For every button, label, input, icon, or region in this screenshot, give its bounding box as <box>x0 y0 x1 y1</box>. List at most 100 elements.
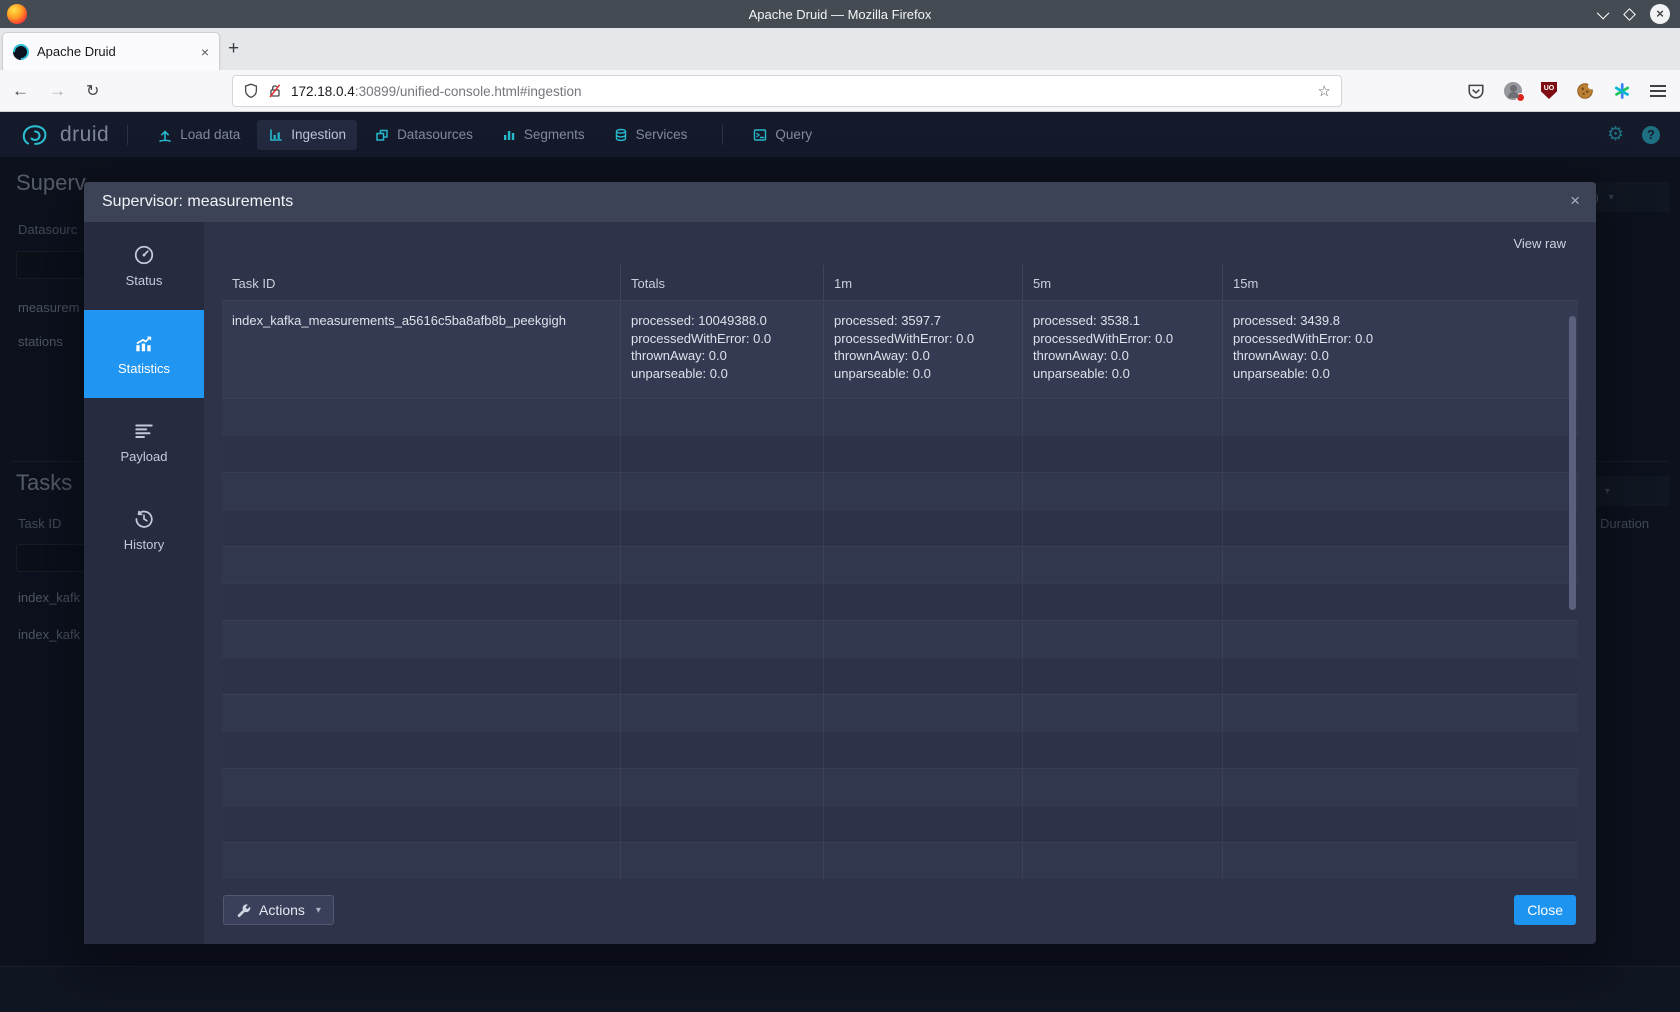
nav-item-label: Load data <box>180 127 240 142</box>
asterisk-extension-icon[interactable] <box>1613 82 1631 100</box>
back-button[interactable]: ← <box>12 81 29 101</box>
dialog-title: Supervisor: measurements <box>102 193 293 211</box>
empty-table-row <box>222 620 1578 657</box>
column-header-task-id: Task ID <box>222 265 620 300</box>
wrench-icon <box>236 903 251 918</box>
m1-processed-with-error: processedWithError: 0.0 <box>834 330 1014 348</box>
m1-unparseable: unparseable: 0.0 <box>834 365 1014 383</box>
bookmark-star-icon[interactable]: ☆ <box>1318 82 1331 100</box>
empty-table-row <box>222 768 1578 805</box>
totals-thrown-away: thrownAway: 0.0 <box>631 347 815 365</box>
column-header-1m: 1m <box>823 265 1022 300</box>
empty-table-row <box>222 805 1578 842</box>
dialog-tab-status[interactable]: Status <box>84 222 204 310</box>
dialog-main: View raw Task ID Totals 1m 5m 15m index_… <box>204 222 1596 944</box>
dialog-close-icon[interactable]: × <box>1570 191 1580 211</box>
datasources-icon <box>374 127 390 143</box>
tab-title: Apache Druid <box>37 44 193 59</box>
column-header-totals: Totals <box>620 265 823 300</box>
cell-15m: processed: 3439.8 processedWithError: 0.… <box>1222 301 1578 398</box>
url-path: :30899/unified-console.html#ingestion <box>355 84 582 99</box>
view-raw-link[interactable]: View raw <box>1513 236 1566 251</box>
firefox-logo-icon <box>7 4 27 24</box>
services-icon <box>613 127 629 143</box>
dialog-tab-label: Statistics <box>118 361 170 376</box>
empty-table-row <box>222 472 1578 509</box>
cell-1m: processed: 3597.7 processedWithError: 0.… <box>823 301 1022 398</box>
window-maximize-button[interactable] <box>1623 8 1636 21</box>
dialog-header: Supervisor: measurements × <box>84 182 1596 222</box>
table-scrollbar-thumb[interactable] <box>1569 316 1576 610</box>
tracking-protection-shield-icon[interactable] <box>243 83 259 99</box>
reload-button[interactable]: ↻ <box>86 81 99 101</box>
totals-unparseable: unparseable: 0.0 <box>631 365 815 383</box>
empty-table-row <box>222 435 1578 472</box>
help-icon[interactable]: ? <box>1642 126 1660 144</box>
nav-item-services[interactable]: Services <box>602 120 699 150</box>
cell-totals: processed: 10049388.0 processedWithError… <box>620 301 823 398</box>
druid-logo-icon <box>22 122 52 148</box>
dialog-close-button[interactable]: Close <box>1514 895 1576 925</box>
url-host: 172.18.0.4 <box>291 84 355 99</box>
forward-button[interactable]: → <box>49 81 66 101</box>
new-tab-button[interactable]: + <box>228 40 239 58</box>
m15-unparseable: unparseable: 0.0 <box>1233 365 1570 383</box>
nav-item-label: Datasources <box>397 127 473 142</box>
nav-item-datasources[interactable]: Datasources <box>363 120 484 150</box>
m1-processed: processed: 3597.7 <box>834 312 1014 330</box>
druid-favicon-icon <box>10 40 33 63</box>
totals-processed: processed: 10049388.0 <box>631 312 815 330</box>
dialog-tab-payload[interactable]: Payload <box>84 398 204 486</box>
empty-table-row <box>222 583 1578 620</box>
actions-button[interactable]: Actions ▾ <box>223 895 334 925</box>
insecure-connection-lock-icon[interactable] <box>267 83 283 99</box>
empty-table-row <box>222 509 1578 546</box>
segments-icon <box>501 127 517 143</box>
cell-5m: processed: 3538.1 processedWithError: 0.… <box>1022 301 1222 398</box>
pocket-icon[interactable] <box>1467 82 1485 100</box>
nav-item-load-data[interactable]: Load data <box>146 120 251 150</box>
m15-processed: processed: 3439.8 <box>1233 312 1570 330</box>
column-header-5m: 5m <box>1022 265 1222 300</box>
ingestion-icon <box>268 127 284 143</box>
nav-item-label: Services <box>636 127 688 142</box>
tab-close-button[interactable]: × <box>201 45 209 59</box>
browser-toolbar: ← → ↻ 172.18.0.4:30899/unified-console.h… <box>0 70 1680 112</box>
nav-divider <box>127 125 128 145</box>
m15-thrown-away: thrownAway: 0.0 <box>1233 347 1570 365</box>
nav-item-ingestion[interactable]: Ingestion <box>257 120 357 150</box>
m5-unparseable: unparseable: 0.0 <box>1033 365 1214 383</box>
caret-down-icon: ▾ <box>316 905 321 916</box>
payload-align-left-icon <box>133 420 155 442</box>
dialog-tab-history[interactable]: History <box>84 486 204 574</box>
hamburger-menu-icon[interactable] <box>1650 85 1666 87</box>
m5-thrown-away: thrownAway: 0.0 <box>1033 347 1214 365</box>
settings-gear-icon[interactable]: ⚙ <box>1607 123 1624 146</box>
dialog-tab-statistics[interactable]: Statistics <box>84 310 204 398</box>
extension-account-icon[interactable] <box>1504 82 1522 100</box>
window-close-button[interactable]: × <box>1650 4 1670 24</box>
nav-item-query[interactable]: Query <box>741 120 823 150</box>
nav-item-segments[interactable]: Segments <box>490 120 596 150</box>
history-clock-icon <box>133 508 155 530</box>
cookie-extension-icon[interactable] <box>1576 82 1594 100</box>
m1-thrown-away: thrownAway: 0.0 <box>834 347 1014 365</box>
query-icon <box>752 127 768 143</box>
nav-divider <box>722 125 723 145</box>
ublock-origin-icon[interactable]: UO <box>1541 82 1557 99</box>
column-header-15m: 15m <box>1222 265 1578 300</box>
statistics-chart-icon <box>133 332 155 354</box>
window-title: Apache Druid — Mozilla Firefox <box>0 7 1680 22</box>
totals-processed-with-error: processedWithError: 0.0 <box>631 330 815 348</box>
url-bar[interactable]: 172.18.0.4:30899/unified-console.html#in… <box>232 75 1342 107</box>
url-text: 172.18.0.4:30899/unified-console.html#in… <box>291 84 1310 99</box>
task-id-value: index_kafka_measurements_a5616c5ba8afb8b… <box>232 312 612 330</box>
cell-task-id: index_kafka_measurements_a5616c5ba8afb8b… <box>222 301 620 398</box>
empty-table-row <box>222 657 1578 694</box>
dialog-tab-label: Payload <box>121 449 168 464</box>
extension-error-badge <box>1516 93 1525 102</box>
browser-tab-apache-druid[interactable]: Apache Druid × <box>2 32 220 70</box>
nav-item-label: Segments <box>524 127 585 142</box>
dialog-tab-label: History <box>124 537 164 552</box>
nav-item-label: Query <box>775 127 812 142</box>
